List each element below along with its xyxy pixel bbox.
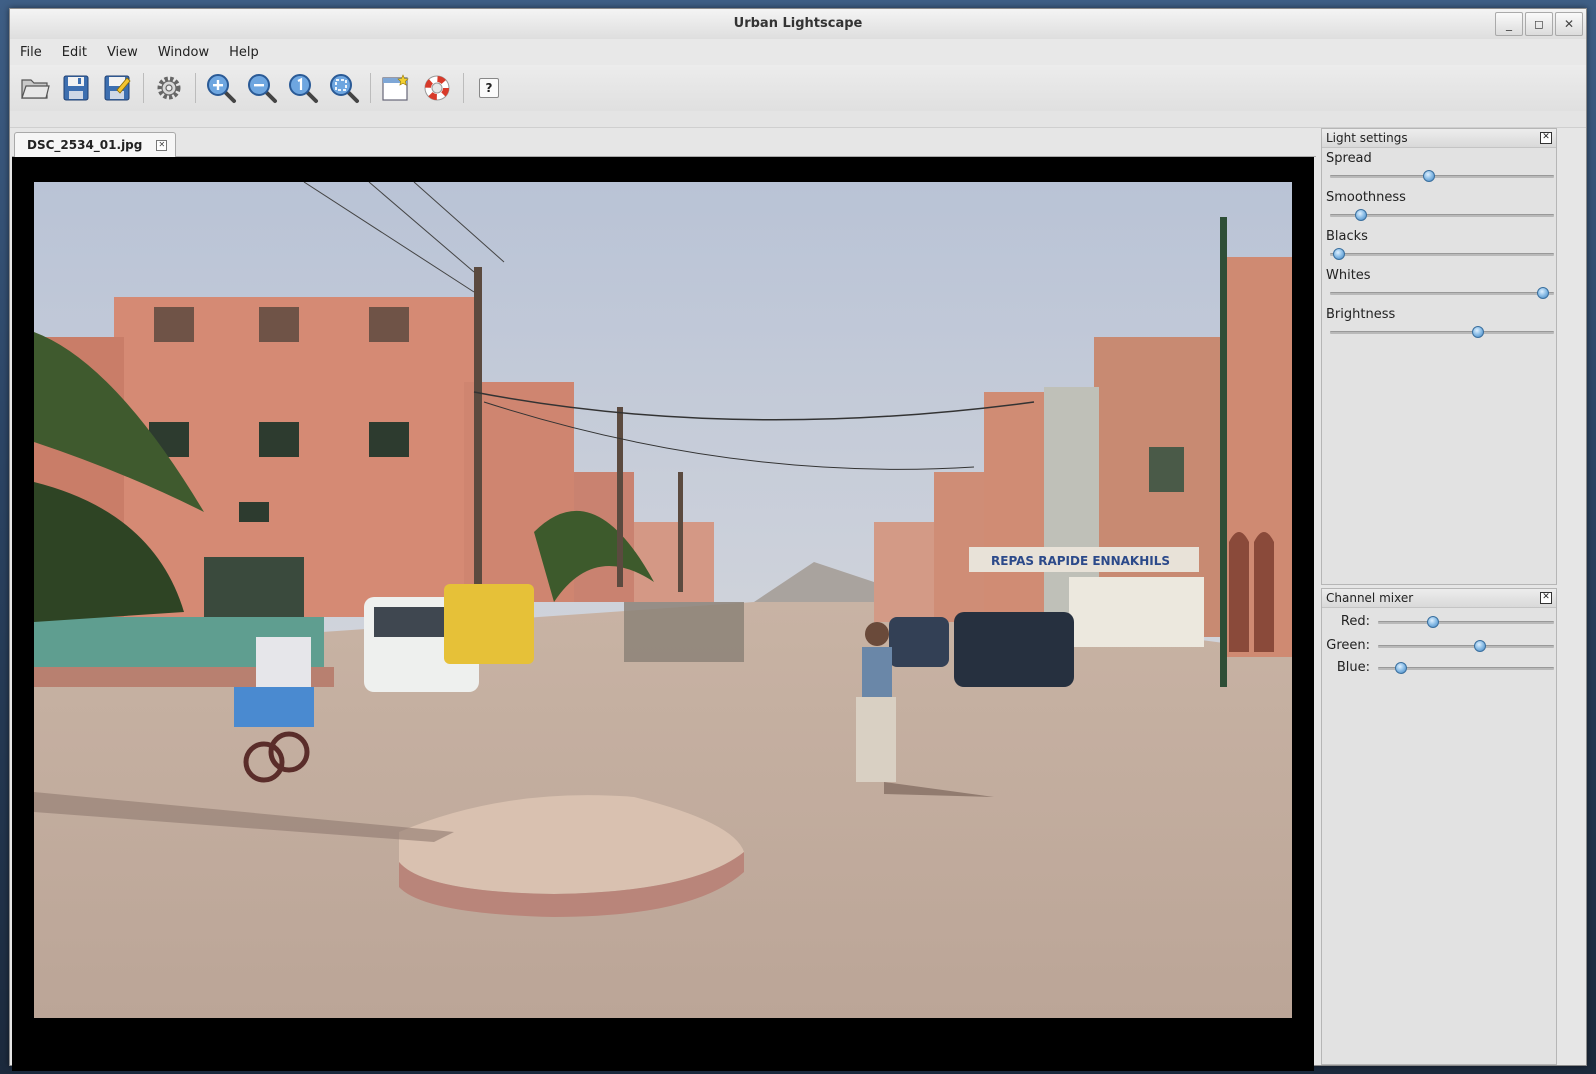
blue-label: Blue: xyxy=(1336,660,1370,675)
slider-handle[interactable] xyxy=(1332,248,1345,260)
zoom-fit-icon xyxy=(330,74,359,103)
slider-handle[interactable] xyxy=(1536,287,1549,299)
slider-track xyxy=(1378,621,1554,624)
blue-slider[interactable] xyxy=(1378,662,1554,674)
toolbar-separator xyxy=(370,73,371,103)
shop-sign-text: REPAS RAPIDE ENNAKHILS xyxy=(991,554,1170,568)
red-slider[interactable] xyxy=(1378,616,1554,628)
menu-window[interactable]: Window xyxy=(148,45,219,60)
light-settings-header[interactable]: Light settings ✕ xyxy=(1322,129,1556,148)
toolbar-separator xyxy=(195,73,196,103)
slider-handle[interactable] xyxy=(1422,170,1435,182)
light-settings-body: Spread Smoothness Blacks Whites Brightne… xyxy=(1322,147,1556,584)
slider-handle[interactable] xyxy=(1394,662,1407,674)
document-tab-label: DSC_2534_01.jpg xyxy=(27,138,143,152)
right-panel: Light settings ✕ Spread Smoothness Black… xyxy=(1321,128,1557,1065)
slider-track xyxy=(1330,175,1554,178)
title-bar[interactable]: Urban Lightscape _ ◻ ✕ xyxy=(10,9,1586,40)
zoom-in-icon xyxy=(207,74,236,103)
whats-this-button[interactable]: ? xyxy=(470,69,508,107)
folder-open-icon xyxy=(21,79,50,99)
spread-slider[interactable] xyxy=(1330,170,1554,182)
street-photo-image: REPAS RAPIDE ENNAKHILS xyxy=(34,182,1292,1018)
tab-close-icon[interactable]: ✕ xyxy=(156,139,168,151)
blacks-slider[interactable] xyxy=(1330,248,1554,260)
slider-handle[interactable] xyxy=(1426,616,1439,628)
open-button[interactable] xyxy=(16,69,54,107)
slider-track xyxy=(1330,292,1554,295)
photo: REPAS RAPIDE ENNAKHILS xyxy=(34,182,1292,1018)
menu-file[interactable]: File xyxy=(10,45,52,60)
dock-close-icon[interactable]: ✕ xyxy=(1540,592,1552,604)
app-window: Urban Lightscape _ ◻ ✕ File Edit View Wi… xyxy=(9,8,1587,1071)
menu-help[interactable]: Help xyxy=(219,45,269,60)
close-button[interactable]: ✕ xyxy=(1555,12,1583,36)
window-title: Urban Lightscape xyxy=(733,16,863,31)
toolbar-separator xyxy=(463,73,464,103)
document-tab-bar: DSC_2534_01.jpg ✕ xyxy=(12,130,1316,157)
whites-label: Whites xyxy=(1326,268,1371,283)
window-controls: _ ◻ ✕ xyxy=(1493,12,1583,36)
new-window-button[interactable] xyxy=(377,69,415,107)
toolbar-separator xyxy=(143,73,144,103)
document-area: DSC_2534_01.jpg ✕ REPAS RAPIDE ENNAKHILS xyxy=(10,128,1316,1071)
channel-mixer-title: Channel mixer xyxy=(1326,591,1414,605)
channel-mixer-dock: Channel mixer ✕ Red: Green: Blue: xyxy=(1321,588,1557,1065)
help-contents-button[interactable] xyxy=(418,69,456,107)
slider-track xyxy=(1330,331,1554,334)
whites-slider[interactable] xyxy=(1330,287,1554,299)
lifebuoy-icon xyxy=(424,75,450,101)
smoothness-label: Smoothness xyxy=(1326,190,1406,205)
red-label: Red: xyxy=(1340,614,1370,629)
gear-icon xyxy=(157,76,181,100)
channel-mixer-header[interactable]: Channel mixer ✕ xyxy=(1322,589,1556,608)
blacks-label: Blacks xyxy=(1326,229,1368,244)
zoom-actual-size-button[interactable] xyxy=(284,69,322,107)
zoom-out-icon xyxy=(248,74,277,103)
settings-button[interactable] xyxy=(150,69,188,107)
spread-label: Spread xyxy=(1326,151,1372,166)
menu-bar: File Edit View Window Help xyxy=(10,39,1586,65)
minimize-button[interactable]: _ xyxy=(1495,12,1523,36)
menu-edit[interactable]: Edit xyxy=(52,45,97,60)
toolbar-spacer xyxy=(10,111,1586,128)
slider-handle[interactable] xyxy=(1355,209,1368,221)
zoom-100-icon xyxy=(289,74,318,103)
light-settings-title: Light settings xyxy=(1326,131,1408,145)
zoom-out-button[interactable] xyxy=(243,69,281,107)
save-button[interactable] xyxy=(57,69,95,107)
green-slider[interactable] xyxy=(1378,640,1554,652)
question-icon: ? xyxy=(479,78,499,98)
menu-view[interactable]: View xyxy=(97,45,148,60)
zoom-fit-button[interactable] xyxy=(325,69,363,107)
save-as-button[interactable] xyxy=(98,69,136,107)
slider-track xyxy=(1330,253,1554,256)
floppy-save-as-icon xyxy=(104,75,131,101)
toolbar: ? xyxy=(10,65,1586,112)
floppy-save-icon xyxy=(63,75,89,101)
light-settings-dock: Light settings ✕ Spread Smoothness Black… xyxy=(1321,128,1557,585)
maximize-button[interactable]: ◻ xyxy=(1525,12,1553,36)
green-label: Green: xyxy=(1326,638,1370,653)
smoothness-slider[interactable] xyxy=(1330,209,1554,221)
new-window-icon xyxy=(382,74,409,101)
zoom-in-button[interactable] xyxy=(202,69,240,107)
document-tab[interactable]: DSC_2534_01.jpg ✕ xyxy=(14,132,177,157)
brightness-label: Brightness xyxy=(1326,307,1396,322)
dock-close-icon[interactable]: ✕ xyxy=(1540,132,1552,144)
slider-handle[interactable] xyxy=(1474,640,1487,652)
channel-mixer-body: Red: Green: Blue: xyxy=(1322,607,1556,1064)
slider-handle[interactable] xyxy=(1471,326,1484,338)
slider-track xyxy=(1378,645,1554,648)
image-viewport[interactable]: REPAS RAPIDE ENNAKHILS xyxy=(12,157,1314,1071)
help-label: ? xyxy=(485,81,493,95)
brightness-slider[interactable] xyxy=(1330,326,1554,338)
